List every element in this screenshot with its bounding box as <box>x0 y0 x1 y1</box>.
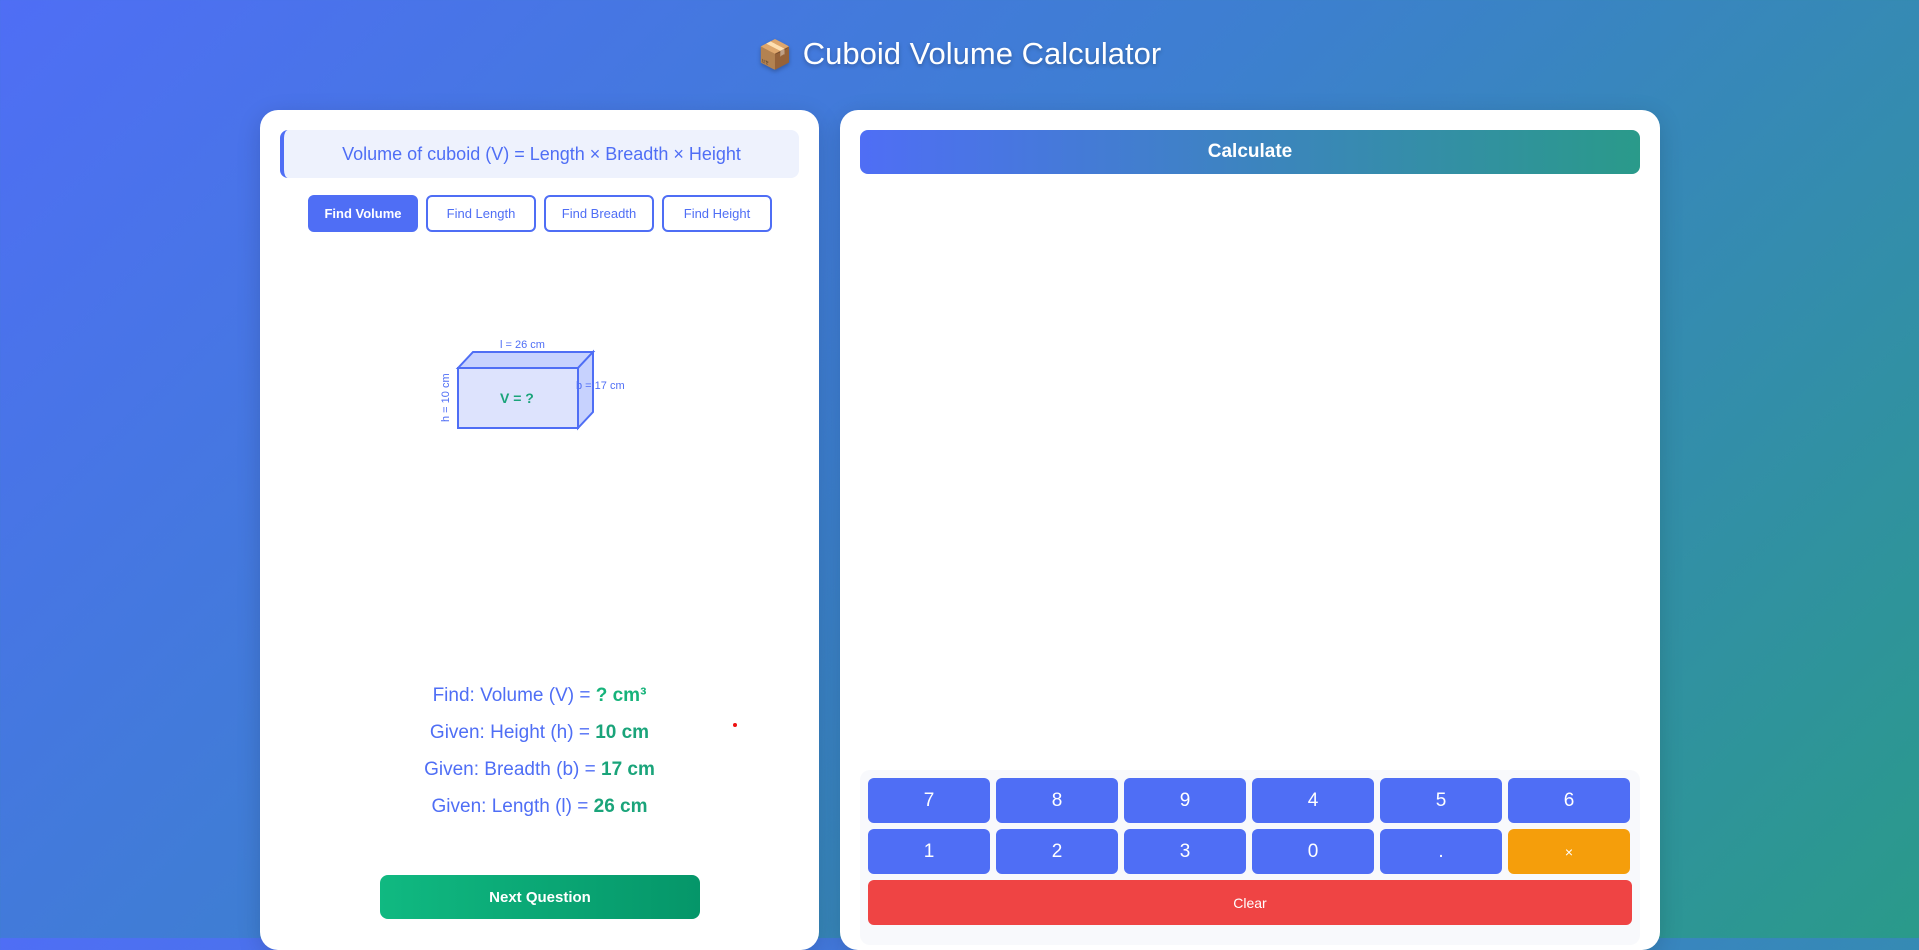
key-7[interactable]: 7 <box>868 778 990 823</box>
length-label: l = 26 cm <box>500 339 545 351</box>
find-label: Find: Volume (V) = <box>432 685 596 706</box>
question-details: Find: Volume (V) = ? cm³ Given: Height (… <box>260 685 819 833</box>
height-label: h = 10 cm <box>440 373 452 422</box>
given-height-label: Given: Height (h) = <box>429 722 596 743</box>
tab-find-height[interactable]: Find Height <box>662 195 772 232</box>
find-value: ? cm³ <box>595 685 647 706</box>
page-title: 📦 Cuboid Volume Calculator <box>0 36 1919 72</box>
tab-find-breadth[interactable]: Find Breadth <box>544 195 654 232</box>
package-icon: 📦 <box>757 38 793 71</box>
cuboid-top-face <box>455 351 596 369</box>
backspace-key[interactable]: × <box>1508 829 1630 874</box>
mode-tabs: Find Volume Find Length Find Breadth Fin… <box>308 195 772 232</box>
key-decimal[interactable]: . <box>1380 829 1502 874</box>
next-question-button[interactable]: Next Question <box>380 875 700 919</box>
cuboid-diagram: l = 26 cm b = 17 cm h = 10 cm V = ? <box>440 339 625 431</box>
key-4[interactable]: 4 <box>1252 778 1374 823</box>
key-2[interactable]: 2 <box>996 829 1118 874</box>
formula-banner: Volume of cuboid (V) = Length × Breadth … <box>280 130 799 178</box>
clear-button[interactable]: Clear <box>868 880 1632 925</box>
given-length-label: Given: Length (l) = <box>431 796 594 817</box>
calculate-button[interactable]: Calculate <box>860 130 1640 174</box>
volume-unknown-label: V = ? <box>500 390 534 406</box>
key-5[interactable]: 5 <box>1380 778 1502 823</box>
tab-find-volume[interactable]: Find Volume <box>308 195 418 232</box>
given-breadth-value: 17 cm <box>601 759 655 780</box>
given-length-line: Given: Length (l) = 26 cm <box>260 796 819 818</box>
given-breadth-label: Given: Breadth (b) = <box>424 759 602 780</box>
key-0[interactable]: 0 <box>1252 829 1374 874</box>
key-3[interactable]: 3 <box>1124 829 1246 874</box>
key-9[interactable]: 9 <box>1124 778 1246 823</box>
calculator-panel: Calculate 7 8 9 4 5 6 1 2 3 0 . × Clear <box>840 110 1660 950</box>
key-1[interactable]: 1 <box>868 829 990 874</box>
given-breadth-line: Given: Breadth (b) = 17 cm <box>260 759 819 781</box>
given-length-value: 26 cm <box>593 796 648 817</box>
cursor-dot <box>733 723 737 727</box>
find-line: Find: Volume (V) = ? cm³ <box>260 685 819 707</box>
key-6[interactable]: 6 <box>1508 778 1630 823</box>
tab-find-length[interactable]: Find Length <box>426 195 536 232</box>
keypad: 7 8 9 4 5 6 1 2 3 0 . × Clear <box>860 770 1640 945</box>
given-height-value: 10 cm <box>595 722 650 743</box>
question-panel: Volume of cuboid (V) = Length × Breadth … <box>260 110 819 950</box>
breadth-label: b = 17 cm <box>576 380 625 392</box>
key-8[interactable]: 8 <box>996 778 1118 823</box>
page-title-text: Cuboid Volume Calculator <box>802 36 1162 71</box>
